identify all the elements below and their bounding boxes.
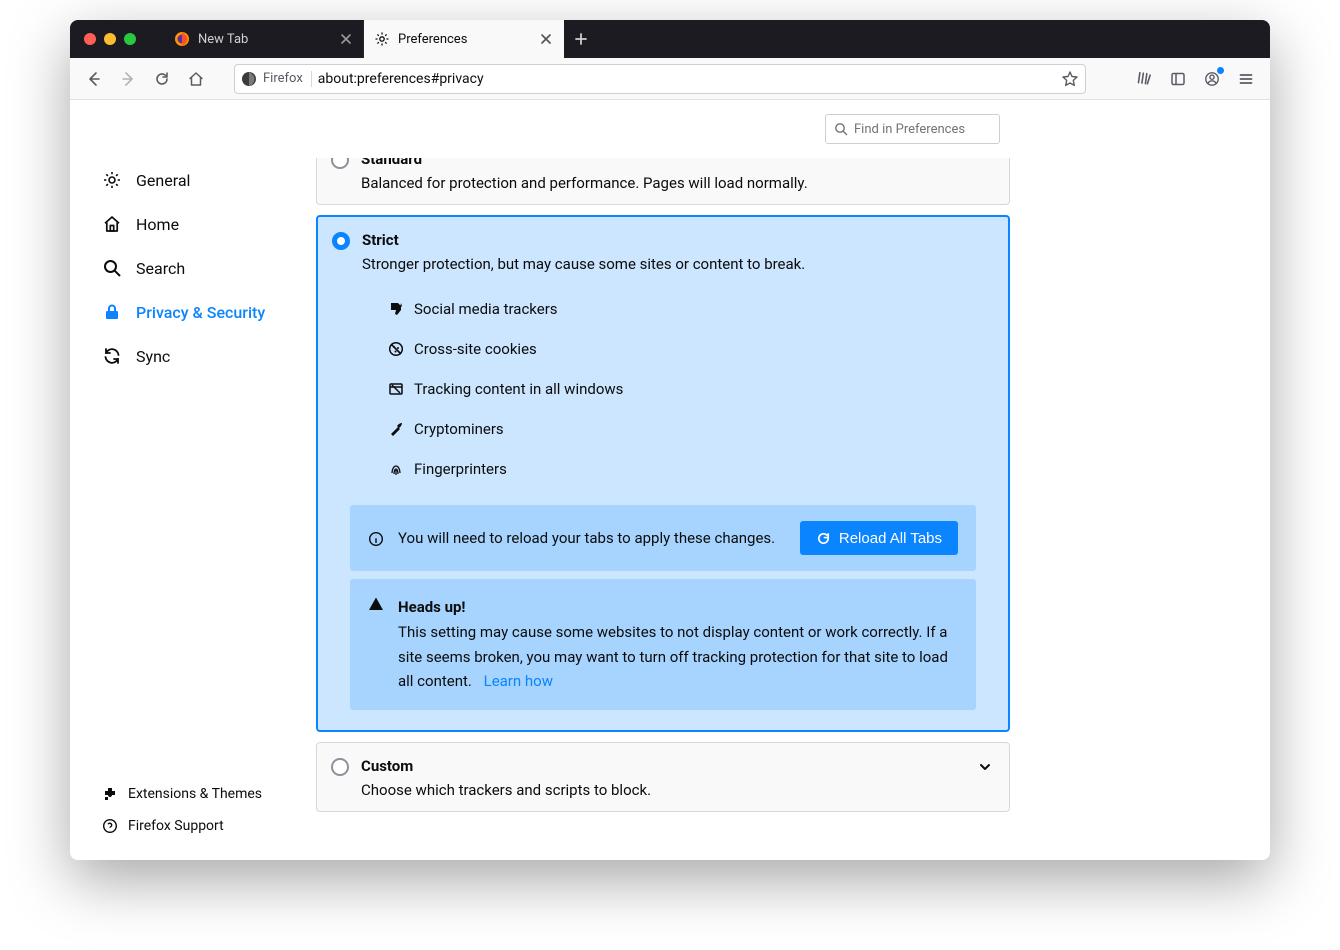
- library-button[interactable]: [1128, 63, 1160, 95]
- tab-label: New Tab: [198, 32, 331, 47]
- content-area: Find in Preferences General Home: [70, 100, 1270, 860]
- chevron-down-icon[interactable]: [977, 759, 993, 775]
- url-text: about:preferences#privacy: [318, 71, 1055, 87]
- radio-strict[interactable]: [332, 232, 350, 250]
- sidebar-label: Search: [136, 259, 185, 278]
- support-link[interactable]: Firefox Support: [88, 810, 310, 842]
- close-window-button[interactable]: [84, 33, 96, 45]
- sidebar-item-search[interactable]: Search: [88, 246, 310, 290]
- cryptominer-icon: [388, 421, 404, 437]
- thumbs-down-icon: [388, 301, 404, 317]
- account-button[interactable]: [1196, 63, 1228, 95]
- browser-window: New Tab Preferences: [70, 20, 1270, 860]
- extensions-label: Extensions & Themes: [128, 786, 262, 802]
- close-tab-icon[interactable]: [539, 32, 553, 46]
- tracker-item: Tracking content in all windows: [388, 369, 1008, 409]
- tracker-label: Social media trackers: [414, 300, 558, 318]
- tracker-item: Cryptominers: [388, 409, 1008, 449]
- option-standard[interactable]: Standard Balanced for protection and per…: [316, 158, 1010, 205]
- app-menu-button[interactable]: [1230, 63, 1262, 95]
- reload-all-tabs-button[interactable]: Reload All Tabs: [800, 521, 958, 555]
- tracker-label: Tracking content in all windows: [414, 380, 623, 398]
- identity-box[interactable]: Firefox: [241, 71, 312, 87]
- close-tab-icon[interactable]: [339, 32, 353, 46]
- option-title: Custom: [361, 757, 651, 775]
- bookmark-star-icon[interactable]: [1061, 70, 1079, 88]
- tracker-label: Fingerprinters: [414, 460, 507, 478]
- sidebar-label: Sync: [136, 347, 170, 366]
- warning-icon: [368, 596, 384, 612]
- firefox-favicon: [174, 31, 190, 47]
- sidebar-item-sync[interactable]: Sync: [88, 334, 310, 378]
- option-title: Strict: [362, 231, 805, 249]
- option-description: Stronger protection, but may cause some …: [362, 255, 805, 273]
- tracker-item: Fingerprinters: [388, 449, 1008, 489]
- tab-new-tab[interactable]: New Tab: [164, 20, 364, 58]
- sidebar-label: Home: [136, 215, 179, 234]
- maximize-window-button[interactable]: [124, 33, 136, 45]
- window-controls: [70, 20, 150, 58]
- option-strict[interactable]: Strict Stronger protection, but may caus…: [316, 215, 1010, 732]
- back-button[interactable]: [78, 63, 110, 95]
- new-tab-button[interactable]: [564, 20, 598, 58]
- heads-up-box: Heads up! This setting may cause some we…: [350, 579, 976, 710]
- preferences-sidebar: General Home Search Privacy & Security: [70, 158, 310, 860]
- info-icon: [368, 531, 384, 547]
- sidebar-item-general[interactable]: General: [88, 158, 310, 202]
- forward-button[interactable]: [112, 63, 144, 95]
- learn-how-link[interactable]: Learn how: [484, 672, 553, 690]
- firefox-icon: [241, 71, 257, 87]
- url-bar[interactable]: Firefox about:preferences#privacy: [234, 64, 1086, 94]
- reload-info-box: You will need to reload your tabs to app…: [350, 505, 976, 571]
- option-description: Balanced for protection and performance.…: [361, 174, 808, 192]
- sidebar-toggle-button[interactable]: [1162, 63, 1194, 95]
- reload-button-label: Reload All Tabs: [839, 530, 942, 547]
- tracker-list: Social media trackers Cross-site cookies…: [318, 285, 1008, 497]
- identity-label: Firefox: [263, 71, 303, 86]
- heads-up-title: Heads up!: [398, 598, 466, 616]
- reload-button[interactable]: [146, 63, 178, 95]
- search-placeholder: Find in Preferences: [854, 122, 965, 137]
- option-description: Choose which trackers and scripts to blo…: [361, 781, 651, 799]
- radio-custom[interactable]: [331, 758, 349, 776]
- sidebar-label: Privacy & Security: [136, 303, 265, 322]
- option-custom[interactable]: Custom Choose which trackers and scripts…: [316, 742, 1010, 812]
- minimize-window-button[interactable]: [104, 33, 116, 45]
- gear-favicon: [374, 31, 390, 47]
- option-title: Standard: [361, 158, 808, 168]
- reload-message: You will need to reload your tabs to app…: [398, 526, 786, 551]
- tab-preferences[interactable]: Preferences: [364, 20, 564, 58]
- heads-up-body: This setting may cause some websites to …: [398, 623, 948, 691]
- preferences-search-input[interactable]: Find in Preferences: [825, 114, 1000, 144]
- fingerprint-icon: [388, 461, 404, 477]
- toolbar: Firefox about:preferences#privacy: [70, 58, 1270, 100]
- sidebar-item-home[interactable]: Home: [88, 202, 310, 246]
- tracker-label: Cryptominers: [414, 420, 504, 438]
- tracker-item: Social media trackers: [388, 289, 1008, 329]
- titlebar: New Tab Preferences: [70, 20, 1270, 58]
- radio-standard[interactable]: [331, 158, 349, 169]
- tab-label: Preferences: [398, 32, 531, 47]
- cookie-blocked-icon: [388, 341, 404, 357]
- home-button[interactable]: [180, 63, 212, 95]
- preferences-main[interactable]: Standard Balanced for protection and per…: [310, 158, 1270, 860]
- window-blocked-icon: [388, 381, 404, 397]
- sidebar-label: General: [136, 171, 190, 190]
- extensions-link[interactable]: Extensions & Themes: [88, 778, 310, 810]
- support-label: Firefox Support: [128, 818, 224, 834]
- tracker-item: Cross-site cookies: [388, 329, 1008, 369]
- tracker-label: Cross-site cookies: [414, 340, 537, 358]
- sidebar-item-privacy[interactable]: Privacy & Security: [88, 290, 310, 334]
